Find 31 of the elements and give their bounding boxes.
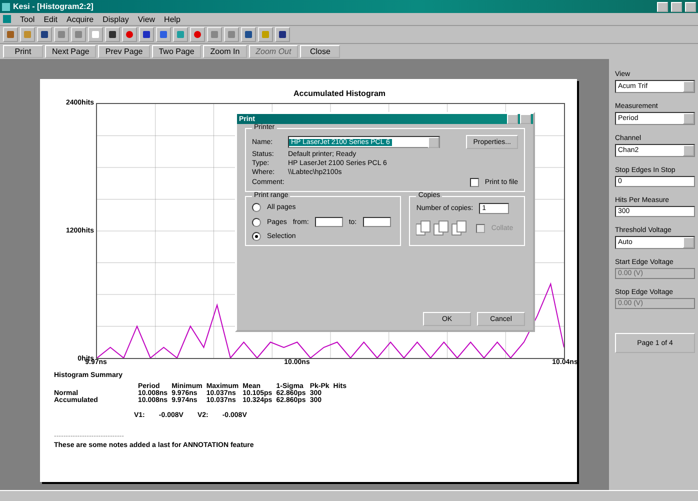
menu-item[interactable]: Tool [20,14,35,24]
maximize-button[interactable] [671,2,682,12]
app-icon [2,2,10,10]
toolbar-button[interactable]: Next Page [45,45,96,58]
toolbar-icon[interactable] [105,27,120,42]
menu-item[interactable]: Acquire [66,14,94,24]
toolbar-button[interactable]: Close [300,45,340,58]
menu-item[interactable]: Edit [44,14,58,24]
document-icon [3,15,11,23]
chart-title: Accumulated Histogram [292,89,387,98]
from-field[interactable] [314,217,343,227]
toolbar-icon[interactable] [37,27,52,42]
radio-button[interactable] [252,203,261,212]
toolbar-button[interactable]: Print [3,45,43,58]
toolbar-icon[interactable] [139,27,154,42]
toolbar-icon[interactable] [156,27,171,42]
toolbar-icon[interactable] [275,27,290,42]
radio-button[interactable] [252,232,261,241]
to-field[interactable] [362,217,391,227]
toolbar-button[interactable]: Prev Page [98,45,150,58]
toolbar-icon[interactable] [241,27,256,42]
toolbar-button[interactable]: Two Page [152,45,202,58]
checkbox[interactable] [470,178,479,187]
toolbar-button[interactable]: Zoom In [203,45,247,58]
menu-item[interactable]: View [138,14,156,24]
window-title: Kesi - [Histogram2:2] [13,2,94,11]
menu-item[interactable]: Help [164,14,180,24]
menu-item[interactable]: Display [102,14,129,24]
radio-button[interactable] [252,218,261,226]
close-button[interactable] [685,2,696,12]
minimize-button[interactable] [657,2,668,12]
